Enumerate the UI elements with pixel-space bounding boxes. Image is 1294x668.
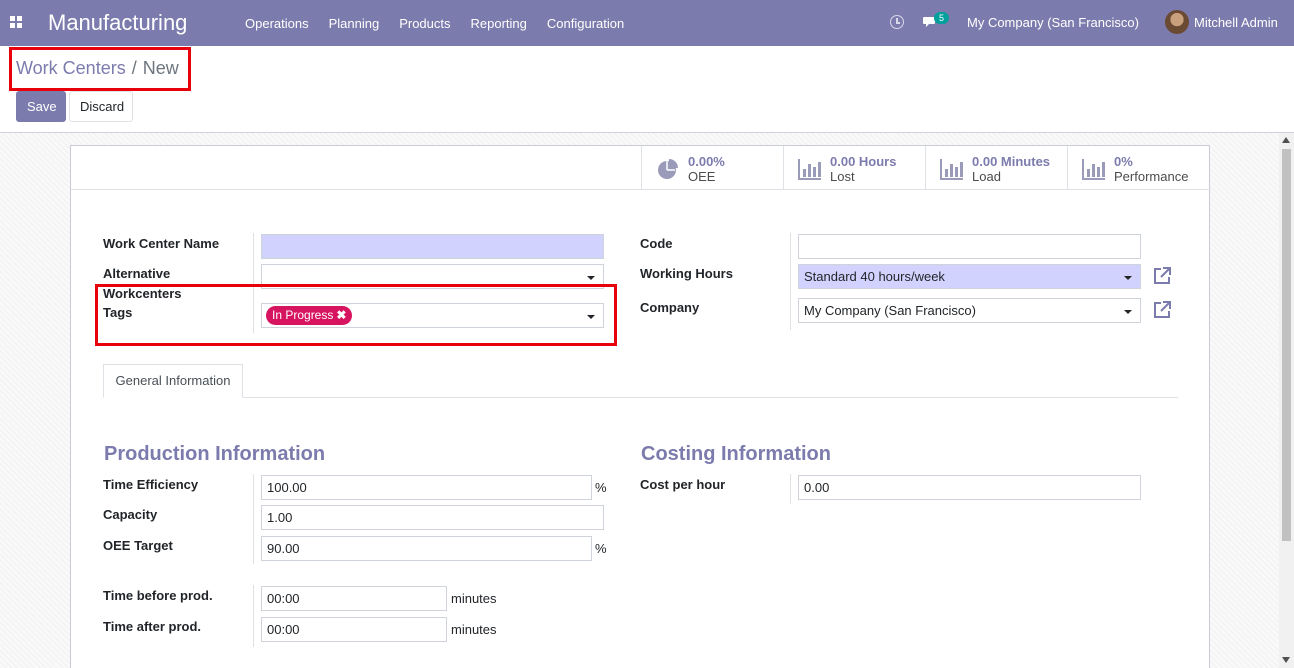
annotation-box-breadcrumb	[9, 47, 191, 91]
bar-chart-icon	[940, 159, 963, 180]
time-before-prod-input[interactable]	[261, 586, 447, 611]
chat-count-badge: 5	[934, 12, 950, 24]
performance-label: Performance	[1114, 169, 1189, 184]
company-value: My Company (San Francisco)	[804, 303, 976, 318]
alt-label-line1: Alternative	[103, 266, 171, 281]
bar-chart-icon	[798, 159, 821, 180]
lost-smart-button[interactable]: 0.00 Hours Lost	[783, 146, 925, 189]
scroll-thumb[interactable]	[1282, 149, 1291, 541]
oee-target-label: OEE Target	[103, 538, 173, 553]
top-navbar: Manufacturing Operations Planning Produc…	[0, 0, 1294, 46]
form-sheet: 0.00% OEE 0.00 Hours Lost 0.00 Minutes L…	[70, 145, 1211, 668]
cost-per-hour-label: Cost per hour	[640, 477, 726, 492]
label-separator	[253, 474, 254, 564]
menu-reporting[interactable]: Reporting	[461, 16, 537, 31]
lost-value: 0.00 Hours	[830, 154, 897, 169]
lost-label: Lost	[830, 169, 855, 184]
minutes-unit: minutes	[451, 622, 497, 637]
label-separator	[790, 474, 791, 504]
menu-operations[interactable]: Operations	[235, 16, 319, 31]
label-separator	[790, 233, 791, 330]
oee-target-input[interactable]	[261, 536, 592, 561]
oee-value: 0.00%	[688, 154, 725, 169]
bar-chart-icon	[1082, 159, 1105, 180]
working-hours-select[interactable]: Standard 40 hours/week	[798, 264, 1141, 289]
oee-smart-button[interactable]: 0.00% OEE	[641, 146, 783, 189]
code-label: Code	[640, 236, 673, 251]
minutes-unit: minutes	[451, 591, 497, 606]
cost-per-hour-input[interactable]	[798, 475, 1141, 500]
page-scrollbar[interactable]	[1279, 133, 1294, 668]
performance-value: 0%	[1114, 154, 1133, 169]
load-label: Load	[972, 169, 1001, 184]
save-button[interactable]: Save	[16, 91, 66, 122]
menu-configuration[interactable]: Configuration	[537, 16, 634, 31]
performance-smart-button[interactable]: 0% Performance	[1067, 146, 1209, 189]
chevron-down-icon[interactable]	[1124, 276, 1132, 280]
working-hours-label: Working Hours	[640, 266, 733, 281]
capacity-label: Capacity	[103, 507, 158, 522]
menu-products[interactable]: Products	[389, 16, 460, 31]
chevron-down-icon[interactable]	[587, 276, 595, 280]
load-value: 0.00 Minutes	[972, 154, 1051, 169]
external-link-icon[interactable]	[1152, 300, 1172, 320]
time-before-prod-label: Time before prod.	[103, 588, 213, 603]
capacity-input[interactable]	[261, 505, 604, 530]
apps-menu-icon[interactable]	[10, 16, 22, 28]
external-link-icon[interactable]	[1152, 266, 1172, 286]
chevron-down-icon[interactable]	[1124, 310, 1132, 314]
company-label: Company	[640, 300, 700, 315]
costing-information-title: Costing Information	[641, 443, 831, 465]
working-hours-value: Standard 40 hours/week	[804, 269, 945, 284]
user-menu[interactable]: Mitchell Admin	[1194, 15, 1278, 30]
annotation-box-tags	[95, 284, 617, 346]
scroll-down-icon[interactable]	[1282, 657, 1290, 663]
menu-planning[interactable]: Planning	[319, 16, 390, 31]
smart-button-box: 0.00% OEE 0.00 Hours Lost 0.00 Minutes L…	[641, 146, 1209, 190]
tab-divider	[103, 397, 1178, 398]
tab-general-information[interactable]: General Information	[103, 364, 243, 398]
work-center-name-label: Work Center Name	[103, 236, 220, 251]
label-separator	[253, 585, 254, 647]
work-center-name-input[interactable]	[261, 234, 604, 259]
form-view-background: 0.00% OEE 0.00 Hours Lost 0.00 Minutes L…	[0, 133, 1294, 668]
main-menu: Operations Planning Products Reporting C…	[235, 0, 634, 46]
discard-button[interactable]: Discard	[69, 91, 133, 122]
company-switcher[interactable]: My Company (San Francisco)	[967, 15, 1139, 30]
time-after-prod-input[interactable]	[261, 617, 447, 642]
activity-clock-icon[interactable]	[890, 15, 904, 29]
production-information-title: Production Information	[104, 443, 326, 465]
load-smart-button[interactable]: 0.00 Minutes Load	[925, 146, 1067, 189]
time-after-prod-label: Time after prod.	[103, 619, 202, 634]
avatar[interactable]	[1165, 10, 1189, 34]
percent-unit: %	[595, 541, 607, 556]
oee-label: OEE	[688, 169, 716, 184]
code-input[interactable]	[798, 234, 1141, 259]
time-efficiency-input[interactable]	[261, 475, 592, 500]
company-select[interactable]: My Company (San Francisco)	[798, 298, 1141, 323]
percent-unit: %	[595, 480, 607, 495]
pie-chart-icon	[658, 159, 678, 179]
scroll-up-icon[interactable]	[1282, 137, 1290, 143]
time-efficiency-label: Time Efficiency	[103, 477, 199, 492]
app-title[interactable]: Manufacturing	[48, 10, 187, 36]
